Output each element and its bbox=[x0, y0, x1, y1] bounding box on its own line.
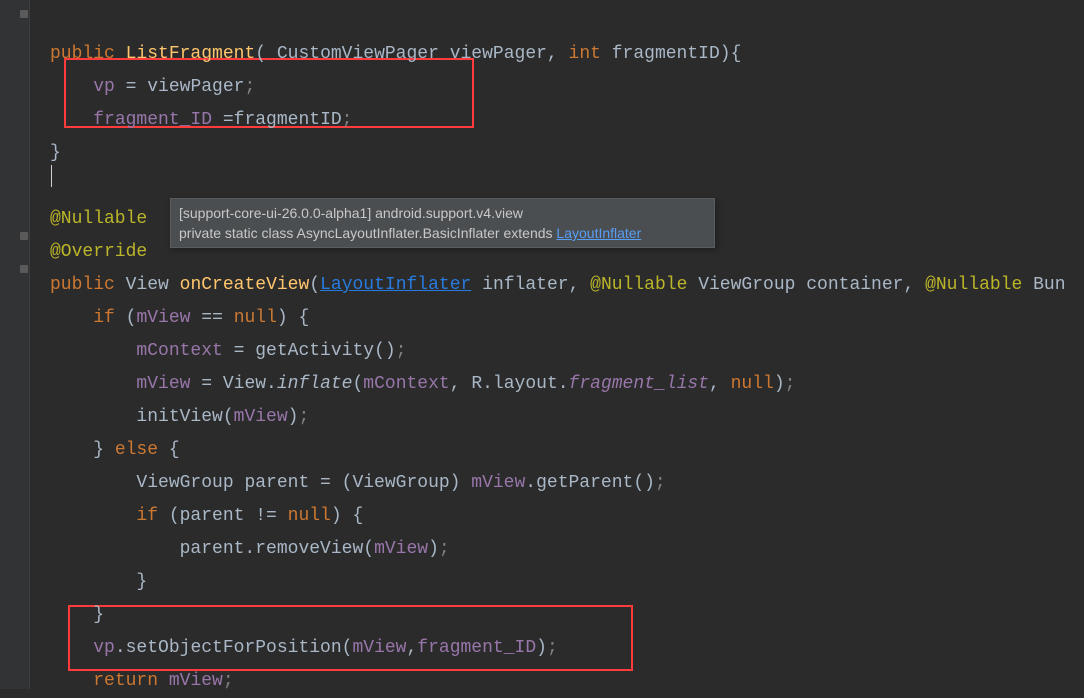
annotation-nullable: @Nullable bbox=[590, 275, 687, 295]
constructor-name: ListFragment bbox=[126, 44, 256, 64]
code-text: = View. bbox=[190, 374, 276, 394]
keyword-if: if bbox=[93, 308, 115, 328]
gutter-marker bbox=[20, 232, 28, 240]
code-editor[interactable]: public ListFragment( CustomViewPager vie… bbox=[50, 5, 1066, 698]
field-mview: mView bbox=[136, 308, 190, 328]
resource-fragment-list: fragment_list bbox=[569, 374, 709, 394]
keyword-public: public bbox=[50, 275, 115, 295]
param-name: container bbox=[806, 275, 903, 295]
method-inflate: inflate bbox=[277, 374, 353, 394]
field-mcontext: mContext bbox=[136, 341, 222, 361]
keyword-return: return bbox=[93, 671, 158, 691]
method-oncreateview: onCreateView bbox=[180, 275, 310, 295]
annotation-nullable: @Nullable bbox=[50, 209, 147, 229]
field-mview: mView bbox=[136, 374, 190, 394]
keyword-null: null bbox=[288, 506, 331, 526]
param-type: Bun bbox=[1033, 275, 1065, 295]
param-name: viewPager bbox=[450, 44, 547, 64]
field-vp: vp bbox=[93, 77, 115, 97]
field-mview: mView bbox=[234, 407, 288, 427]
code-text: initView( bbox=[136, 407, 233, 427]
tooltip-link-layoutinflater[interactable]: LayoutInflater bbox=[556, 225, 641, 241]
field-mcontext: mContext bbox=[363, 374, 449, 394]
field-mview: mView bbox=[352, 638, 406, 658]
code-text: (parent != bbox=[158, 506, 288, 526]
code-text: ViewGroup parent = (ViewGroup) bbox=[136, 473, 471, 493]
code-text: .getParent() bbox=[525, 473, 655, 493]
tooltip-line2: private static class AsyncLayoutInflater… bbox=[179, 223, 706, 243]
code-text: parent.removeView( bbox=[180, 539, 374, 559]
code-text: = getActivity() bbox=[223, 341, 396, 361]
code-text: == bbox=[190, 308, 233, 328]
brace-close: } bbox=[50, 143, 61, 163]
field-mview: mView bbox=[471, 473, 525, 493]
param-type: ViewGroup bbox=[698, 275, 795, 295]
param-name: fragmentID bbox=[612, 44, 720, 64]
param-type: CustomViewPager bbox=[277, 44, 439, 64]
gutter-marker bbox=[20, 265, 28, 273]
field-vp: vp bbox=[93, 638, 115, 658]
code-text: = viewPager bbox=[115, 77, 245, 97]
annotation-override: @Override bbox=[50, 242, 147, 262]
keyword-int: int bbox=[569, 44, 601, 64]
keyword-null: null bbox=[234, 308, 277, 328]
code-text: .setObjectForPosition( bbox=[115, 638, 353, 658]
field-fragment-id: fragment_ID bbox=[93, 110, 212, 130]
tooltip-line1: [support-core-ui-26.0.0-alpha1] android.… bbox=[179, 203, 706, 223]
field-fragment-id: fragment_ID bbox=[417, 638, 536, 658]
gutter-marker bbox=[20, 10, 28, 18]
return-type: View bbox=[126, 275, 169, 295]
param-name: inflater bbox=[482, 275, 568, 295]
link-layoutinflater[interactable]: LayoutInflater bbox=[320, 275, 471, 295]
field-mview: mView bbox=[374, 539, 428, 559]
annotation-nullable: @Nullable bbox=[925, 275, 1022, 295]
field-mview: mView bbox=[169, 671, 223, 691]
keyword-if: if bbox=[136, 506, 158, 526]
keyword-null: null bbox=[731, 374, 774, 394]
keyword-else: else bbox=[115, 440, 158, 460]
code-text: =fragmentID bbox=[212, 110, 342, 130]
quickdoc-tooltip[interactable]: [support-core-ui-26.0.0-alpha1] android.… bbox=[170, 198, 715, 248]
code-text: R.layout. bbox=[471, 374, 568, 394]
keyword-public: public bbox=[50, 44, 115, 64]
editor-gutter bbox=[0, 0, 30, 689]
